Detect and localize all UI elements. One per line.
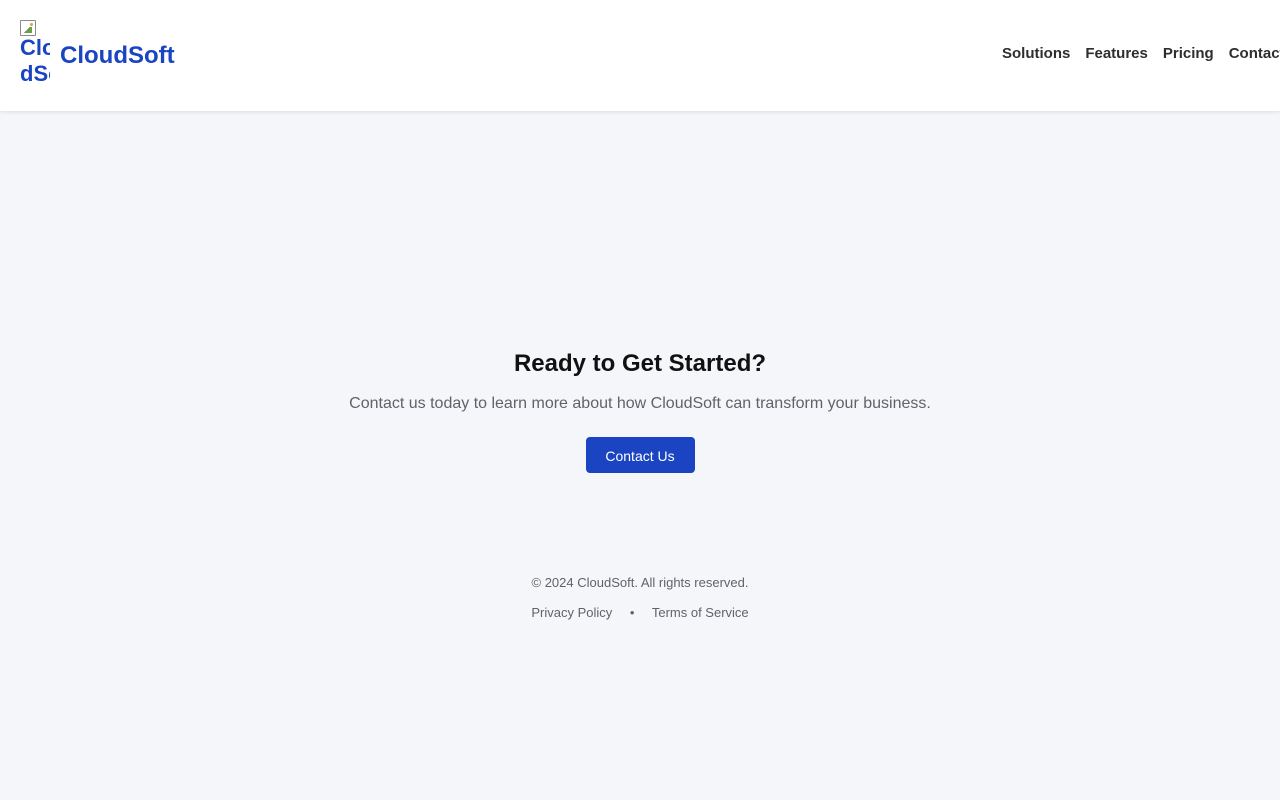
contact-us-button[interactable]: Contact Us — [585, 437, 695, 473]
nav-item-features[interactable]: Features — [1085, 45, 1148, 62]
brand-name[interactable]: CloudSoft — [60, 42, 175, 70]
site-header: CloudSoft Icon CloudSoft Solutions Featu… — [0, 0, 1280, 111]
logo-image[interactable]: CloudSoft Icon — [20, 20, 50, 90]
terms-of-service-link[interactable]: Terms of Service — [652, 605, 749, 620]
brand[interactable]: CloudSoft Icon CloudSoft — [20, 20, 175, 90]
cta-section: Ready to Get Started? Contact us today t… — [0, 345, 1280, 473]
main-nav: Solutions Features Pricing Contact — [1002, 45, 1280, 62]
cta-title: Ready to Get Started? — [513, 350, 767, 377]
privacy-policy-link[interactable]: Privacy Policy — [531, 605, 612, 620]
cta-description: Contact us today to learn more about how… — [349, 395, 931, 412]
nav-item-contact[interactable]: Contact — [1229, 45, 1280, 62]
site-footer: © 2024 CloudSoft. All rights reserved. P… — [0, 572, 1280, 624]
broken-image-icon — [20, 20, 36, 36]
logo-alt-text: CloudSoft Icon — [20, 35, 50, 90]
nav-item-solutions[interactable]: Solutions — [1002, 45, 1070, 62]
nav-item-pricing[interactable]: Pricing — [1163, 45, 1214, 62]
footer-links: Privacy Policy • Terms of Service — [0, 602, 1280, 624]
copyright-text: © 2024 CloudSoft. All rights reserved. — [531, 575, 749, 590]
footer-separator: • — [629, 605, 635, 620]
